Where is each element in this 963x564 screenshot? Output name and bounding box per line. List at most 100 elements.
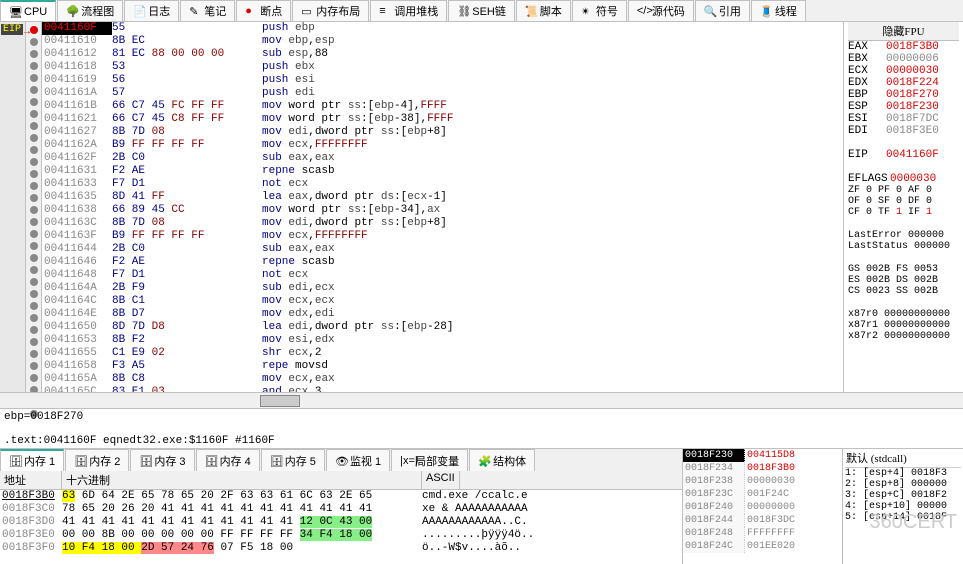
disasm-row[interactable]: 00411658F3 A5repe movsd — [42, 360, 843, 373]
hide-fpu-button[interactable]: 隐藏FPU — [848, 22, 959, 41]
disasm-row[interactable]: 0041164E8B D7mov edx,edi — [42, 308, 843, 321]
tab-script[interactable]: 📜脚本 — [516, 0, 571, 21]
disasm-row[interactable]: 00411655C1 E9 02shr ecx,2 — [42, 347, 843, 360]
register-row[interactable]: EBX00000006 — [848, 53, 959, 65]
disasm-row[interactable]: 0041160F55push ebp — [42, 22, 843, 35]
disasm-row[interactable]: 0041164A2B F9sub edi,ecx — [42, 282, 843, 295]
tab-struct[interactable]: 🧩结构体 — [469, 449, 535, 471]
dump-row[interactable]: 0018F3F010 F4 18 00 2D 57 24 76 07 F5 18… — [0, 542, 682, 555]
disasm-row[interactable]: 0041161B66 C7 45 FC FF FFmov word ptr ss… — [42, 100, 843, 113]
disasm-row[interactable]: 00411631F2 AErepne scasb — [42, 165, 843, 178]
call-arg-row[interactable]: 1: [esp+4] 0018F3 — [845, 468, 961, 479]
call-arg-row[interactable]: 5: [esp+14] 0018F — [845, 512, 961, 523]
disasm-row[interactable]: 00411648F7 D1not ecx — [42, 269, 843, 282]
laststatus: LastStatus 000000 — [848, 241, 959, 252]
disasm-row[interactable]: 004116358D 41 FFlea eax,dword ptr ds:[ec… — [42, 191, 843, 204]
register-row[interactable]: EBP0018F270 — [848, 89, 959, 101]
eip-gutter: EIP → — [0, 22, 26, 392]
stack-row[interactable]: 0018F248FFFFFFFF — [683, 527, 842, 540]
tab-dump1[interactable]: 🗄内存 1 — [0, 449, 64, 471]
disasm-row[interactable]: 004116108B ECmov ebp,esp — [42, 35, 843, 48]
disasm-row[interactable]: 0041162166 C7 45 C8 FF FFmov word ptr ss… — [42, 113, 843, 126]
call-arg-row[interactable]: 4: [esp+10] 00000 — [845, 501, 961, 512]
disasm-row[interactable]: 00411633F7 D1not ecx — [42, 178, 843, 191]
disasm-row[interactable]: 004116278B 7D 08mov edi,dword ptr ss:[eb… — [42, 126, 843, 139]
disasm-row[interactable]: 0041162F2B C0sub eax,eax — [42, 152, 843, 165]
disasm-row[interactable]: 004116538B F2mov esi,edx — [42, 334, 843, 347]
script-icon: 📜 — [525, 5, 537, 17]
stack-row[interactable]: 0018F23C001F24C — [683, 488, 842, 501]
cpu-icon: 🖥 — [9, 6, 21, 18]
tab-dump5[interactable]: 🗄内存 5 — [261, 449, 325, 471]
tab-dump3[interactable]: 🗄内存 3 — [130, 449, 194, 471]
disasm-row[interactable]: 0041163C8B 7D 08mov edi,dword ptr ss:[eb… — [42, 217, 843, 230]
call-arg-row[interactable]: 2: [esp+8] 000000 — [845, 479, 961, 490]
dump-row[interactable]: 0018F3C078 65 20 26 20 41 41 41 41 41 41… — [0, 503, 682, 516]
tab-memmap[interactable]: ▭内存布局 — [292, 0, 369, 21]
disasm-row[interactable]: 0041164C8B C1mov ecx,ecx — [42, 295, 843, 308]
dump-row[interactable]: 0018F3B063 6D 64 2E 65 78 65 20 2F 63 63… — [0, 490, 682, 503]
disasm-row[interactable]: 0041161853push ebx — [42, 61, 843, 74]
tab-callstack[interactable]: ≡调用堆栈 — [370, 0, 447, 21]
log-icon: 📄 — [133, 5, 145, 17]
stack-row[interactable]: 0018F24C001EE020 — [683, 540, 842, 553]
dump-view[interactable]: 0018F3B063 6D 64 2E 65 78 65 20 2F 63 63… — [0, 490, 682, 555]
dump-icon: 🗄 — [74, 455, 86, 467]
tab-symbols[interactable]: ✴符号 — [572, 0, 627, 21]
tab-seh[interactable]: ⛓SEH链 — [448, 0, 515, 21]
stack-row[interactable]: 0018F230004115D8 — [683, 449, 842, 462]
stack-row[interactable]: 0018F23800000030 — [683, 475, 842, 488]
register-row[interactable]: EDI0018F3E0 — [848, 125, 959, 137]
tab-source[interactable]: </>源代码 — [628, 0, 694, 21]
dump-row[interactable]: 0018F3D041 41 41 41 41 41 41 41 41 41 41… — [0, 516, 682, 529]
scroll-thumb[interactable] — [260, 395, 300, 407]
tab-dump2[interactable]: 🗄内存 2 — [65, 449, 129, 471]
tab-threads[interactable]: 🧵线程 — [751, 0, 806, 21]
main-tabs: 🖥CPU 🌳流程图 📄日志 ✎笔记 ●断点 ▭内存布局 ≡调用堆栈 ⛓SEH链 … — [0, 0, 963, 22]
dump-icon: 🗄 — [205, 455, 217, 467]
disasm-row[interactable]: 0041161281 EC 88 00 00 00sub esp,88 — [42, 48, 843, 61]
register-row[interactable]: ESI0018F7DC — [848, 113, 959, 125]
registers-pane[interactable]: 隐藏FPU EAX0018F3B0EBX00000006ECX00000030E… — [843, 22, 963, 392]
disasm-row[interactable]: 00411646F2 AErepne scasb — [42, 256, 843, 269]
callconv-label[interactable]: 默认 (stdcall) — [845, 449, 961, 468]
note-icon: ✎ — [189, 5, 201, 17]
disasm-row[interactable]: 004116442B C0sub eax,eax — [42, 243, 843, 256]
disasm-row[interactable]: 004116508D 7D D8lea edi,dword ptr ss:[eb… — [42, 321, 843, 334]
tab-bp[interactable]: ●断点 — [236, 0, 291, 21]
disasm-row[interactable]: 0041161956push esi — [42, 74, 843, 87]
tab-cpu[interactable]: 🖥CPU — [0, 0, 56, 21]
mem-icon: ▭ — [301, 5, 313, 17]
eip-arrow-icon: → — [22, 26, 32, 37]
stack-icon: ≡ — [379, 5, 391, 17]
register-row[interactable]: EAX0018F3B0 — [848, 41, 959, 53]
stack-row[interactable]: 0018F2440018F3DC — [683, 514, 842, 527]
disassembly-view[interactable]: 0041160F55push ebp004116108B ECmov ebp,e… — [42, 22, 843, 392]
register-row[interactable]: ECX00000030 — [848, 65, 959, 77]
call-args-pane[interactable]: 默认 (stdcall) 1: [esp+4] 0018F32: [esp+8]… — [843, 449, 963, 564]
disasm-row[interactable]: 0041163866 89 45 CCmov word ptr ss:[ebp-… — [42, 204, 843, 217]
stack-row[interactable]: 0018F2340018F3B0 — [683, 462, 842, 475]
disasm-row[interactable]: 0041161A57push edi — [42, 87, 843, 100]
dump-row[interactable]: 0018F3E000 00 8B 00 00 00 00 00 FF FF FF… — [0, 529, 682, 542]
disasm-row[interactable]: 0041162AB9 FF FF FF FFmov ecx,FFFFFFFF — [42, 139, 843, 152]
tab-locals[interactable]: |x=|局部变量 — [391, 449, 468, 471]
ebp-info: ebp=0018F270 — [4, 411, 959, 423]
tab-log[interactable]: 📄日志 — [124, 0, 179, 21]
register-row[interactable]: EDX0018F224 — [848, 77, 959, 89]
lasterror: LastError 000000 — [848, 230, 959, 241]
call-arg-row[interactable]: 3: [esp+C] 0018F2 — [845, 490, 961, 501]
tab-refs[interactable]: 🔍引用 — [695, 0, 750, 21]
tab-flow[interactable]: 🌳流程图 — [57, 0, 123, 21]
disasm-row[interactable]: 0041163FB9 FF FF FF FFmov ecx,FFFFFFFF — [42, 230, 843, 243]
disasm-hscroll[interactable] — [0, 392, 963, 408]
stack-row[interactable]: 0018F24000000000 — [683, 501, 842, 514]
breakpoint-gutter[interactable] — [26, 22, 42, 392]
tab-dump4[interactable]: 🗄内存 4 — [196, 449, 260, 471]
stack-view[interactable]: 0018F230004115D80018F2340018F3B00018F238… — [683, 449, 843, 564]
register-row[interactable]: ESP0018F230 — [848, 101, 959, 113]
struct-icon: 🧩 — [478, 455, 490, 467]
tab-watch1[interactable]: 👁监视 1 — [326, 449, 390, 471]
disasm-row[interactable]: 0041165A8B C8mov ecx,eax — [42, 373, 843, 386]
tab-notes[interactable]: ✎笔记 — [180, 0, 235, 21]
